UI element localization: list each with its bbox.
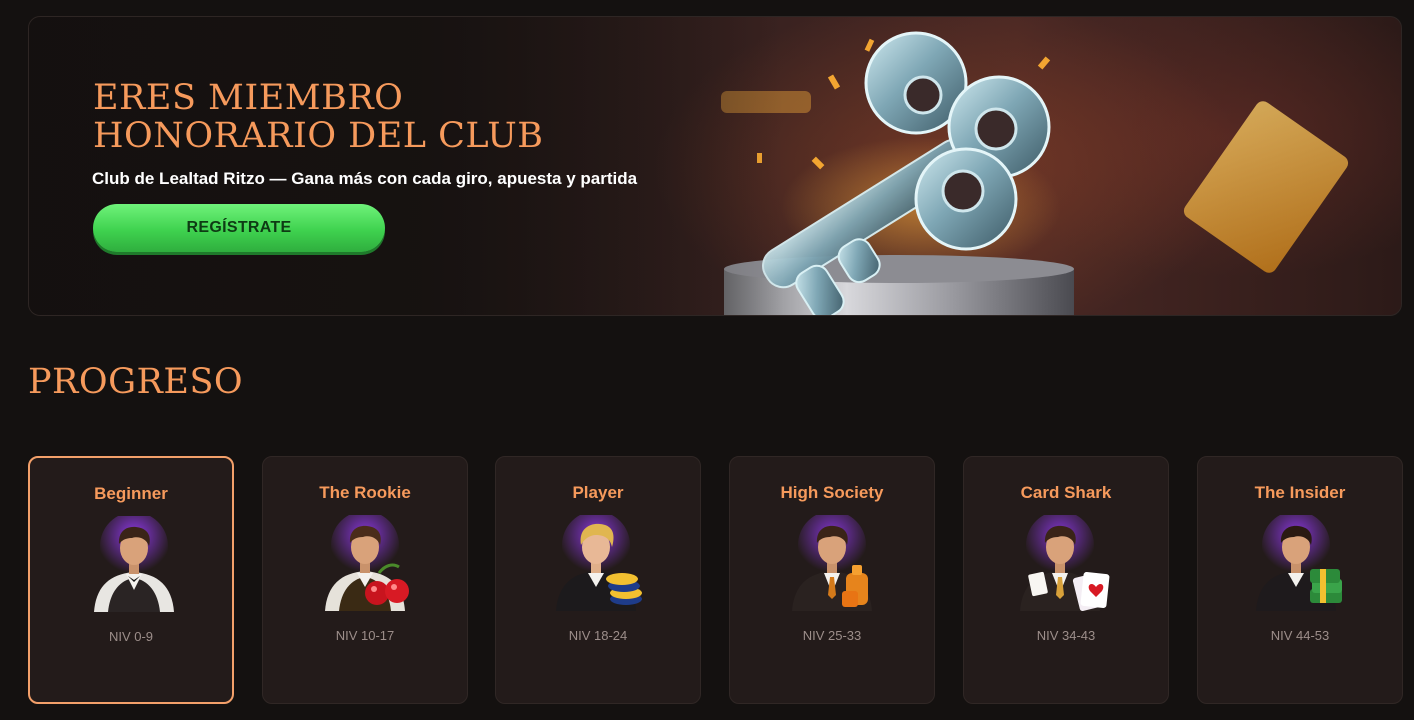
level-name: The Insider xyxy=(1254,483,1346,502)
level-card-card-shark[interactable]: Card Shark NIV 34-43 xyxy=(963,456,1169,704)
level-card-player[interactable]: Player NIV 18-24 xyxy=(495,456,701,704)
insider-avatar-with-cash-icon xyxy=(1256,515,1342,611)
high-society-avatar-with-whiskey-icon xyxy=(792,515,872,611)
level-range: NIV 34-43 xyxy=(1036,628,1096,643)
level-range: NIV 25-33 xyxy=(802,628,862,643)
level-name: The Rookie xyxy=(319,483,411,502)
card-shark-avatar-with-cards-icon xyxy=(1020,515,1110,611)
level-name: High Society xyxy=(780,483,884,502)
player-avatar-with-chips-icon xyxy=(556,515,642,611)
beginner-avatar xyxy=(94,516,174,612)
level-name: Player xyxy=(572,483,624,502)
level-card-high-society[interactable]: High Society NIV 25-33 xyxy=(729,456,935,704)
level-card-the-insider[interactable]: The Insider NIV 44-53 xyxy=(1197,456,1403,704)
level-range: NIV 18-24 xyxy=(568,628,628,643)
loyalty-club-page: ERES MIEMBRO HONORARIO DEL CLUB Club de … xyxy=(0,0,1414,720)
level-range: NIV 0-9 xyxy=(108,629,154,644)
level-card-the-rookie[interactable]: The Rookie NIV 10-17 xyxy=(262,456,468,704)
level-range: NIV 44-53 xyxy=(1270,628,1330,643)
hero-shade xyxy=(29,17,1401,315)
level-cards-row: Beginner NIV 0-9 The Rookie NIV 10-17 Pl… xyxy=(28,456,1414,706)
level-card-beginner[interactable]: Beginner NIV 0-9 xyxy=(28,456,234,704)
register-button[interactable]: REGÍSTRATE xyxy=(93,204,385,252)
progress-section-title: PROGRESO xyxy=(28,362,244,402)
level-name: Card Shark xyxy=(1020,483,1112,502)
level-name: Beginner xyxy=(94,484,168,503)
level-range: NIV 10-17 xyxy=(335,628,395,643)
hero-subtitle: Club de Lealtad Ritzo — Gana más con cad… xyxy=(92,169,638,188)
hero-banner: ERES MIEMBRO HONORARIO DEL CLUB Club de … xyxy=(28,16,1402,316)
hero-title: ERES MIEMBRO HONORARIO DEL CLUB xyxy=(93,78,544,156)
rookie-avatar-with-cherries-icon xyxy=(325,515,409,611)
